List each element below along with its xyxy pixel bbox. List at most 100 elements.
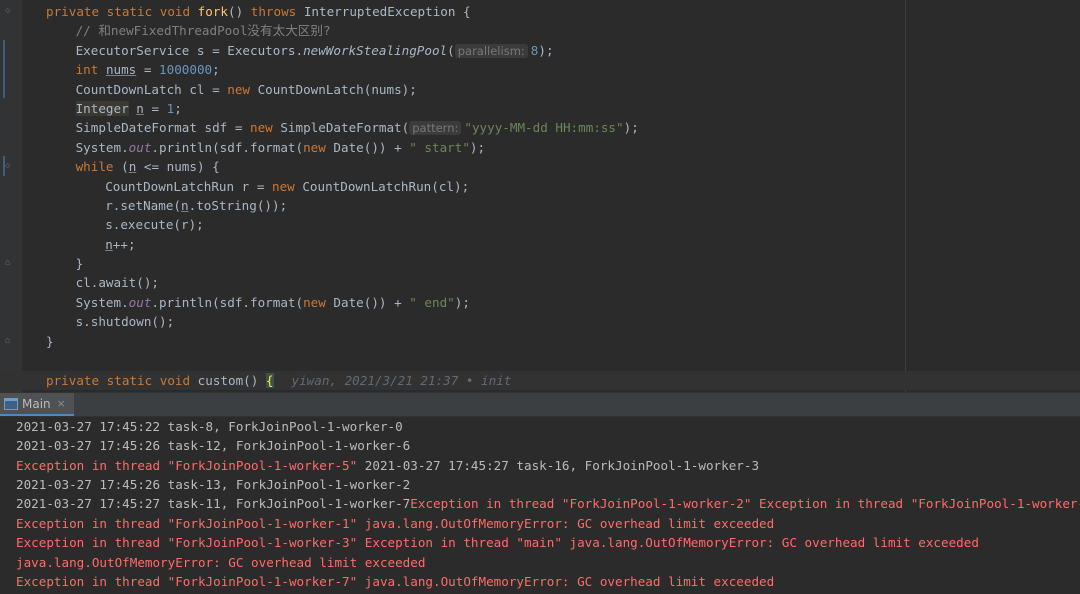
- code-token: {: [265, 373, 274, 388]
- code-token: (): [228, 4, 251, 19]
- vcs-change-marker[interactable]: [3, 156, 5, 176]
- code-token: out: [128, 295, 152, 310]
- console-line[interactable]: java.lang.OutOfMemoryError: GC overhead …: [16, 553, 425, 572]
- console-line[interactable]: Exception in thread "ForkJoinPool-1-work…: [16, 533, 979, 552]
- code-token: );: [538, 43, 554, 58]
- run-tool-window-header: Main ×: [0, 392, 1080, 417]
- tab-main[interactable]: Main ×: [0, 393, 74, 416]
- code-token: s.shutdown();: [75, 314, 175, 329]
- code-token: new: [303, 140, 334, 155]
- code-token: throws: [250, 4, 304, 19]
- console-line[interactable]: 2021-03-27 17:45:22 task-8, ForkJoinPool…: [16, 417, 403, 436]
- code-token: CountDownLatchRun r =: [105, 179, 272, 194]
- code-line[interactable]: while (n <= nums) {: [76, 157, 220, 176]
- tab-main-label: Main: [22, 396, 51, 411]
- code-token: new: [227, 82, 258, 97]
- code-token: CountDownLatch cl =: [75, 82, 228, 97]
- console-line[interactable]: Exception in thread "ForkJoinPool-1-work…: [16, 572, 774, 591]
- code-token: r.setName(: [105, 198, 182, 213]
- code-line[interactable]: s.execute(r);: [105, 215, 204, 234]
- code-token: =: [136, 62, 160, 77]
- error-text: Exception in thread "ForkJoinPool-1-work…: [16, 458, 365, 473]
- console-line[interactable]: Exception in thread "ForkJoinPool-1-work…: [16, 514, 774, 533]
- vcs-change-marker[interactable]: [3, 40, 5, 98]
- code-token: InterruptedException {: [303, 4, 471, 19]
- code-line[interactable]: SimpleDateFormat sdf = new SimpleDateFor…: [76, 118, 639, 137]
- code-line[interactable]: Integer n = 1;: [75, 99, 182, 118]
- code-token: private static void: [46, 4, 198, 19]
- code-token: Date()) +: [333, 140, 410, 155]
- code-token: custom(): [197, 373, 266, 388]
- code-line[interactable]: s.shutdown();: [76, 312, 175, 331]
- code-editor[interactable]: ◇ ◇ ⌂ ⌂ ◇ private static void fork() thr…: [0, 0, 1080, 392]
- editor-gutter[interactable]: ◇ ◇ ⌂ ⌂ ◇: [0, 0, 22, 392]
- code-token: );: [454, 295, 470, 310]
- console-output[interactable]: 2021-03-27 17:45:22 task-8, ForkJoinPool…: [0, 417, 1080, 594]
- code-token: out: [128, 140, 152, 155]
- console-line[interactable]: Exception in thread "ForkJoinPool-1-work…: [16, 456, 759, 475]
- console-line[interactable]: 2021-03-27 17:45:27 task-11, ForkJoinPoo…: [16, 494, 1080, 513]
- code-line[interactable]: cl.await();: [76, 273, 159, 292]
- error-text: Exception in thread "ForkJoinPool-1-work…: [410, 496, 1080, 511]
- console-icon: [4, 397, 18, 410]
- error-text: Exception in thread "ForkJoinPool-1-work…: [16, 516, 775, 531]
- code-token: ExecutorService s = Executors.: [75, 43, 304, 58]
- code-token: );: [623, 120, 639, 135]
- code-line[interactable]: CountDownLatchRun r = new CountDownLatch…: [105, 177, 469, 196]
- fold-marker-icon[interactable]: ◇: [5, 162, 13, 171]
- code-token: "yyyy-MM-dd HH:mm:ss": [464, 120, 624, 135]
- git-blame-annotation: yiwan, 2021/3/21 21:37 • init: [291, 373, 512, 388]
- fold-end-marker-icon[interactable]: ⌂: [5, 337, 13, 346]
- code-token: 2021-03-27 17:45:27 task-16, ForkJoinPoo…: [364, 458, 760, 473]
- code-token: Integer: [75, 101, 129, 116]
- parameter-hint: pattern:: [409, 121, 462, 135]
- code-token: // 和newFixedThreadPool没有太大区别?: [75, 23, 331, 38]
- error-text: Exception in thread "ForkJoinPool-1-work…: [16, 574, 775, 589]
- code-line[interactable]: System.out.println(sdf.format(new Date()…: [76, 138, 486, 157]
- code-line[interactable]: CountDownLatch cl = new CountDownLatch(n…: [76, 80, 417, 99]
- code-line[interactable]: }: [46, 332, 54, 351]
- close-icon[interactable]: ×: [57, 397, 66, 410]
- code-token: =: [143, 101, 167, 116]
- error-text: Exception in thread "ForkJoinPool-1-work…: [16, 535, 979, 550]
- code-token: Date()) +: [333, 295, 410, 310]
- code-token: n: [181, 198, 189, 213]
- code-line-current[interactable]: private static void custom() {yiwan, 202…: [0, 371, 1080, 391]
- fold-end-marker-icon[interactable]: ⌂: [5, 259, 13, 268]
- code-token: }: [46, 334, 54, 349]
- code-token: System.: [75, 295, 129, 310]
- code-token: .println(sdf.format(: [151, 295, 304, 310]
- code-line[interactable]: ExecutorService s = Executors.newWorkSte…: [76, 41, 554, 60]
- code-token: SimpleDateFormat(: [280, 120, 410, 135]
- code-token: " start": [409, 140, 470, 155]
- console-line[interactable]: 2021-03-27 17:45:26 task-12, ForkJoinPoo…: [16, 436, 410, 455]
- code-token: .toString());: [188, 198, 288, 213]
- code-token: newWorkStealingPool: [303, 43, 448, 58]
- code-token: CountDownLatch(nums);: [257, 82, 417, 97]
- code-token: );: [469, 140, 486, 155]
- code-token: CountDownLatchRun(cl);: [302, 179, 470, 194]
- code-line[interactable]: n++;: [105, 235, 135, 254]
- code-token: while: [75, 159, 122, 174]
- code-line[interactable]: System.out.println(sdf.format(new Date()…: [76, 293, 470, 312]
- code-line[interactable]: // 和newFixedThreadPool没有太大区别?: [76, 21, 331, 40]
- code-token: .println(sdf.format(: [151, 140, 304, 155]
- code-line[interactable]: private static void fork() throws Interr…: [46, 2, 471, 21]
- code-token: s.execute(r);: [105, 217, 204, 232]
- console-line[interactable]: 2021-03-27 17:45:26 task-13, ForkJoinPoo…: [16, 475, 410, 494]
- code-token: 1000000: [159, 62, 213, 77]
- code-line[interactable]: int nums = 1000000;: [76, 60, 220, 79]
- code-token: 2021-03-27 17:45:22 task-8, ForkJoinPool…: [16, 419, 403, 434]
- code-token: SimpleDateFormat sdf =: [75, 120, 250, 135]
- code-token: (: [121, 159, 129, 174]
- fold-marker-icon[interactable]: ◇: [5, 7, 13, 16]
- code-token: System.: [75, 140, 129, 155]
- right-margin-guide: [905, 0, 906, 392]
- code-token: new: [249, 120, 281, 135]
- code-line[interactable]: r.setName(n.toString());: [105, 196, 287, 215]
- code-token: int: [75, 62, 106, 77]
- code-line[interactable]: }: [76, 254, 84, 273]
- code-token: ;: [212, 62, 220, 77]
- code-token: " end": [409, 295, 455, 310]
- code-token: (: [447, 43, 455, 58]
